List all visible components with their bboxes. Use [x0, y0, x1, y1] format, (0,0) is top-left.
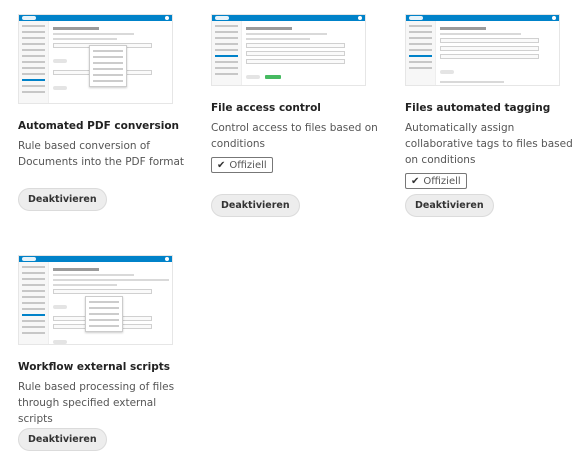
app-title: File access control	[211, 102, 321, 114]
official-label: Offiziell	[423, 175, 461, 187]
official-badge: ✔ Offiziell	[211, 157, 273, 173]
app-description: Automatically assign collaborative tags …	[405, 122, 573, 166]
deactivate-button[interactable]: Deaktivieren	[405, 194, 494, 217]
deactivate-button[interactable]: Deaktivieren	[18, 188, 107, 211]
app-card-files-automated-tagging: Files automated tagging Automatically as…	[405, 14, 579, 217]
check-icon: ✔	[217, 159, 226, 171]
app-description: Rule based conversion of Documents into …	[18, 140, 185, 168]
deactivate-button[interactable]: Deaktivieren	[18, 428, 107, 451]
app-description: Rule based processing of files through s…	[18, 381, 175, 425]
official-label: Offiziell	[229, 159, 267, 171]
app-title: Workflow external scripts	[18, 361, 170, 373]
app-screenshot	[18, 14, 173, 104]
official-badge: ✔ Offiziell	[405, 173, 467, 189]
app-title: Files automated tagging	[405, 102, 551, 114]
deactivate-button[interactable]: Deaktivieren	[211, 194, 300, 217]
check-icon: ✔	[411, 175, 420, 187]
app-description: Control access to files based on conditi…	[211, 122, 378, 150]
app-screenshot	[405, 14, 560, 86]
app-screenshot	[18, 255, 173, 345]
app-card-workflow-external-scripts: Workflow external scripts Rule based pro…	[18, 255, 192, 451]
app-screenshot	[211, 14, 366, 86]
app-card-file-access-control: File access control Control access to fi…	[211, 14, 385, 217]
app-card-automated-pdf-conversion: Automated PDF conversion Rule based conv…	[18, 14, 192, 211]
app-title: Automated PDF conversion	[18, 120, 180, 132]
